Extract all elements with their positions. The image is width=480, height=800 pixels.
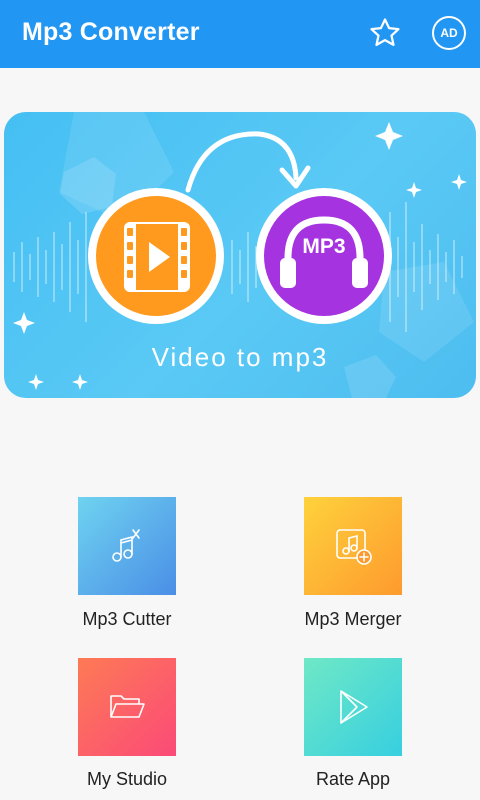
app-bar: Mp3 Converter AD [0,0,480,68]
video-to-mp3-banner[interactable]: MP3 Video to mp3 [4,112,476,398]
rate-app-button[interactable] [304,658,402,756]
play-store-icon [340,690,368,724]
mp3-merger-label: Mp3 Merger [304,609,402,629]
folder-open-icon [110,695,145,718]
mp3-cutter-label: Mp3 Cutter [82,609,172,629]
mp3-merger-button[interactable] [304,497,402,595]
music-note-scissors-icon [112,529,140,562]
mp3-cutter-button[interactable] [78,497,176,595]
ad-badge-button[interactable]: AD [432,16,466,50]
app-title: Mp3 Converter [22,18,200,46]
banner-caption: Video to mp3 [151,342,329,372]
mp3-badge-text: MP3 [302,235,345,258]
star-icon[interactable] [366,14,404,52]
music-note-add-icon [336,529,372,565]
my-studio-label: My Studio [86,769,168,789]
headphones-mp3-icon: MP3 [256,188,392,324]
my-studio-button[interactable] [78,658,176,756]
video-film-icon [88,188,224,324]
rate-app-label: Rate App [315,769,391,789]
